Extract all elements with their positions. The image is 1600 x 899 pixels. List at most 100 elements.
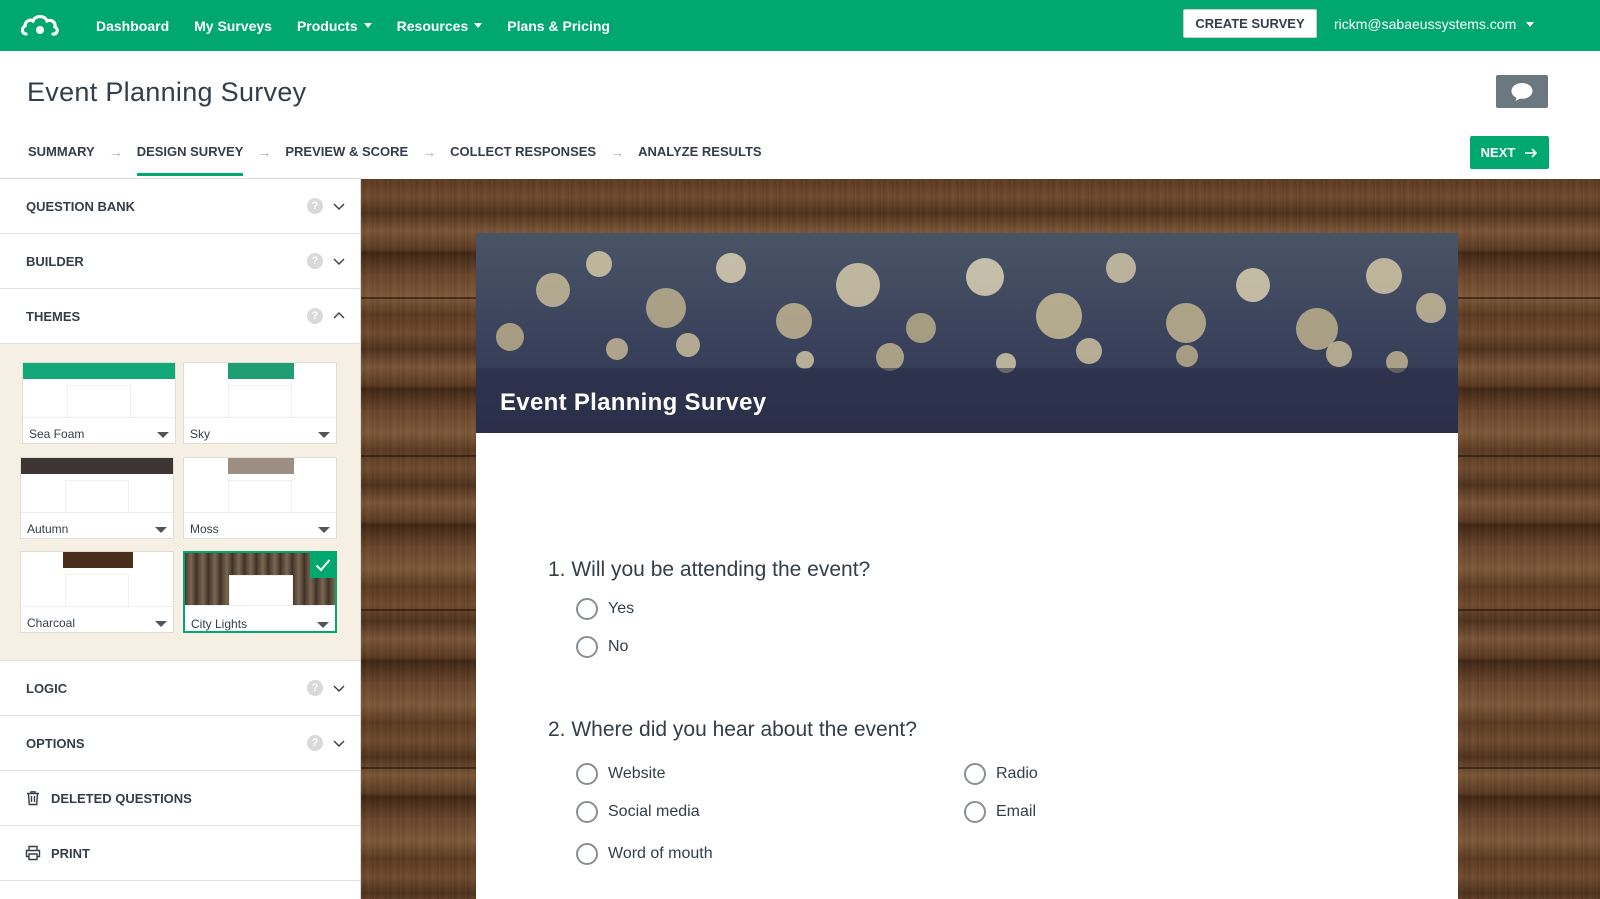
bokeh-light	[676, 333, 700, 357]
nav-item-label: Dashboard	[96, 17, 170, 34]
bokeh-light	[536, 273, 570, 307]
deleted-questions-button[interactable]: DELETED QUESTIONS	[0, 771, 360, 826]
bokeh-light	[796, 351, 814, 369]
logo-icon[interactable]	[20, 12, 60, 40]
panel-themes[interactable]: THEMES ?	[0, 289, 360, 344]
answer-option[interactable]: Website	[576, 763, 666, 785]
nav-item-label: Resources	[396, 17, 469, 34]
arrow-right-icon: →	[610, 144, 625, 160]
user-menu[interactable]: rickm@sabaeussystems.com	[1334, 16, 1535, 32]
nav-item-dashboard[interactable]: Dashboard	[96, 18, 169, 34]
theme-color-band	[23, 363, 175, 379]
bokeh-light	[1176, 345, 1198, 367]
help-icon[interactable]: ?	[307, 253, 323, 269]
nav-item-resources[interactable]: Resources	[397, 18, 483, 34]
printer-icon	[25, 845, 41, 861]
panel-label: LOGIC	[26, 680, 68, 696]
nav-item-label: Products	[296, 17, 358, 34]
theme-card-charcoal[interactable]: Charcoal	[20, 551, 174, 633]
arrow-right-icon: →	[257, 144, 272, 160]
feedback-button[interactable]	[1496, 75, 1548, 108]
create-survey-button[interactable]: CREATE SURVEY	[1183, 9, 1317, 38]
chevron-up-icon	[333, 312, 345, 319]
tab-summary[interactable]: SUMMARY	[28, 144, 95, 178]
help-icon[interactable]: ?	[307, 735, 323, 751]
survey-title[interactable]: Event Planning Survey	[500, 389, 766, 417]
theme-card-sea-foam[interactable]: Sea Foam	[22, 362, 176, 444]
nav-item-products[interactable]: Products	[297, 18, 372, 34]
bokeh-light	[836, 263, 880, 307]
checkmark-icon	[310, 552, 336, 578]
answer-label: Word of mouth	[608, 845, 713, 862]
panel-options[interactable]: OPTIONS ?	[0, 716, 360, 771]
chevron-down-icon	[333, 740, 345, 747]
help-icon[interactable]: ?	[307, 198, 323, 214]
answer-option[interactable]: Radio	[964, 763, 1038, 785]
chevron-down-icon	[474, 23, 483, 28]
page-title: Event Planning Survey	[27, 77, 307, 107]
top-nav: Dashboard My Surveys Products Resources Plan…	[0, 0, 1600, 51]
panel-label: OPTIONS	[26, 735, 85, 751]
next-button[interactable]: NEXT	[1470, 136, 1549, 169]
bokeh-light	[646, 288, 686, 328]
radio-button[interactable]	[576, 636, 598, 658]
print-button[interactable]: PRINT	[0, 826, 360, 881]
answer-option[interactable]: Word of mouth	[576, 843, 713, 865]
question-text[interactable]: 2. Where did you hear about the event?	[548, 718, 917, 742]
caret-down-icon[interactable]	[317, 622, 329, 628]
radio-button[interactable]	[576, 598, 598, 620]
nav-item-plans-pricing[interactable]: Plans & Pricing	[507, 18, 610, 34]
radio-button[interactable]	[964, 801, 986, 823]
theme-name: Autumn	[27, 522, 69, 536]
answer-option[interactable]: No	[576, 636, 628, 658]
caret-down-icon[interactable]	[318, 432, 330, 438]
theme-card-moss[interactable]: Moss	[183, 457, 337, 539]
help-icon[interactable]: ?	[307, 308, 323, 324]
nav-item-label: My Surveys	[194, 17, 272, 34]
caret-down-icon[interactable]	[318, 527, 330, 533]
bokeh-light	[1076, 338, 1102, 364]
theme-name: Sea Foam	[29, 427, 85, 441]
help-icon[interactable]: ?	[307, 680, 323, 696]
tab-analyze-results[interactable]: ANALYZE RESULTS	[638, 144, 762, 178]
caret-down-icon[interactable]	[157, 432, 169, 438]
arrow-right-icon: →	[422, 144, 437, 160]
bokeh-light	[1036, 293, 1082, 339]
caret-down-icon[interactable]	[155, 527, 167, 533]
tab-preview-score[interactable]: PREVIEW & SCORE	[285, 144, 408, 178]
bokeh-light	[716, 253, 746, 283]
answer-label: Social media	[608, 803, 700, 820]
radio-button[interactable]	[576, 843, 598, 865]
question-text[interactable]: 1. Will you be attending the event?	[548, 558, 870, 582]
theme-card-sky[interactable]: Sky	[183, 362, 337, 444]
theme-name: Sky	[190, 427, 211, 441]
nav-item-my-surveys[interactable]: My Surveys	[194, 18, 272, 34]
panel-logic[interactable]: LOGIC ?	[0, 661, 360, 716]
panel-label: QUESTION BANK	[26, 198, 136, 214]
arrow-right-icon	[1525, 147, 1538, 158]
answer-option[interactable]: Social media	[576, 801, 700, 823]
theme-name: Charcoal	[27, 616, 76, 630]
radio-button[interactable]	[964, 763, 986, 785]
panel-builder[interactable]: BUILDER ?	[0, 234, 360, 289]
chevron-down-icon	[333, 258, 345, 265]
theme-card-autumn[interactable]: Autumn	[20, 457, 174, 539]
radio-button[interactable]	[576, 763, 598, 785]
radio-button[interactable]	[576, 801, 598, 823]
theme-card-city-lights[interactable]: City Lights	[183, 551, 337, 633]
bokeh-light	[1166, 303, 1206, 343]
tab-collect-responses[interactable]: COLLECT RESPONSES	[450, 144, 596, 178]
bokeh-light	[606, 338, 628, 360]
answer-option[interactable]: Yes	[576, 598, 634, 620]
bokeh-light	[496, 323, 524, 351]
caret-down-icon[interactable]	[155, 621, 167, 627]
answer-label: Email	[996, 803, 1037, 820]
answer-label: Website	[608, 765, 666, 782]
tab-design-survey[interactable]: DESIGN SURVEY	[136, 144, 243, 178]
panel-question-bank[interactable]: QUESTION BANK ?	[0, 179, 360, 234]
theme-preview-page	[67, 385, 131, 419]
survey-page: Event Planning Survey 1. Will you be att…	[476, 233, 1458, 899]
bokeh-light	[1366, 258, 1402, 294]
chevron-down-icon	[333, 685, 345, 692]
answer-option[interactable]: Email	[964, 801, 1036, 823]
